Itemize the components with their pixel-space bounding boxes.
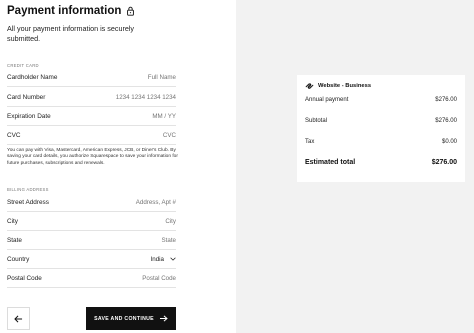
card-number-field[interactable]: Card Number [7,88,176,107]
subtotal-value: $276.00 [435,118,457,124]
card-payment-note: You can pay with Visa, Mastercard, Ameri… [7,148,178,166]
cardholder-name-input[interactable] [96,73,176,81]
country-label: Country [7,255,30,263]
estimated-total-row: Estimated total $276.00 [305,159,457,166]
expiration-date-input[interactable] [96,112,176,120]
postal-code-input[interactable] [96,274,176,282]
tax-value: $0.00 [441,139,457,145]
chevron-down-icon [170,257,176,261]
state-label: State [7,236,22,244]
estimated-total-label: Estimated total [305,159,356,166]
page-title: Payment information [7,5,135,17]
billing-address-section-label: BILLING ADDRESS [7,187,49,192]
payment-form-panel: Payment information All your payment inf… [0,0,236,333]
annual-payment-label: Annual payment [305,97,349,103]
cardholder-name-label: Cardholder Name [7,73,58,81]
subtotal-label: Subtotal [305,118,328,124]
back-button[interactable] [7,307,30,330]
country-value: India [150,255,164,263]
order-summary-panel: Website - Business Annual payment $276.0… [236,0,474,333]
annual-payment-value: $276.00 [435,97,457,103]
state-field[interactable]: State [7,231,176,250]
card-number-input[interactable] [96,93,176,101]
street-address-input[interactable] [96,198,176,206]
city-field[interactable]: City [7,212,176,231]
expiration-date-label: Expiration Date [7,112,51,120]
save-and-continue-button[interactable]: SAVE AND CONTINUE [86,307,176,330]
lock-icon [127,6,135,16]
street-address-label: Street Address [7,198,49,206]
cvc-label: CVC [7,131,21,139]
country-select[interactable]: Country India [7,250,176,269]
expiration-date-field[interactable]: Expiration Date [7,107,176,126]
arrow-left-icon [14,315,23,322]
plan-name-text: Website - Business [318,83,372,89]
cvc-input[interactable] [96,131,176,139]
city-input[interactable] [96,217,176,225]
postal-code-field[interactable]: Postal Code [7,269,176,288]
country-value-wrap[interactable]: India [151,256,176,263]
plan-name: Website - Business [305,82,371,90]
estimated-total-value: $276.00 [431,159,457,166]
card-number-label: Card Number [7,93,46,101]
street-address-field[interactable]: Street Address [7,193,176,212]
arrow-right-icon [159,315,168,322]
state-input[interactable] [96,236,176,244]
annual-payment-row: Annual payment $276.00 [305,97,457,103]
subtotal-row: Subtotal $276.00 [305,118,457,124]
save-and-continue-label: SAVE AND CONTINUE [94,315,154,322]
squarespace-logo-icon [305,83,314,89]
page-title-text: Payment information [7,5,122,17]
tax-row: Tax $0.00 [305,139,457,145]
tax-label: Tax [305,139,315,145]
order-summary-card: Website - Business Annual payment $276.0… [297,75,465,182]
city-label: City [7,217,19,225]
page-subtitle: All your payment information is securely… [7,24,135,43]
postal-code-label: Postal Code [7,274,42,282]
cvc-field[interactable]: CVC [7,126,176,145]
cardholder-name-field[interactable]: Cardholder Name [7,68,176,87]
